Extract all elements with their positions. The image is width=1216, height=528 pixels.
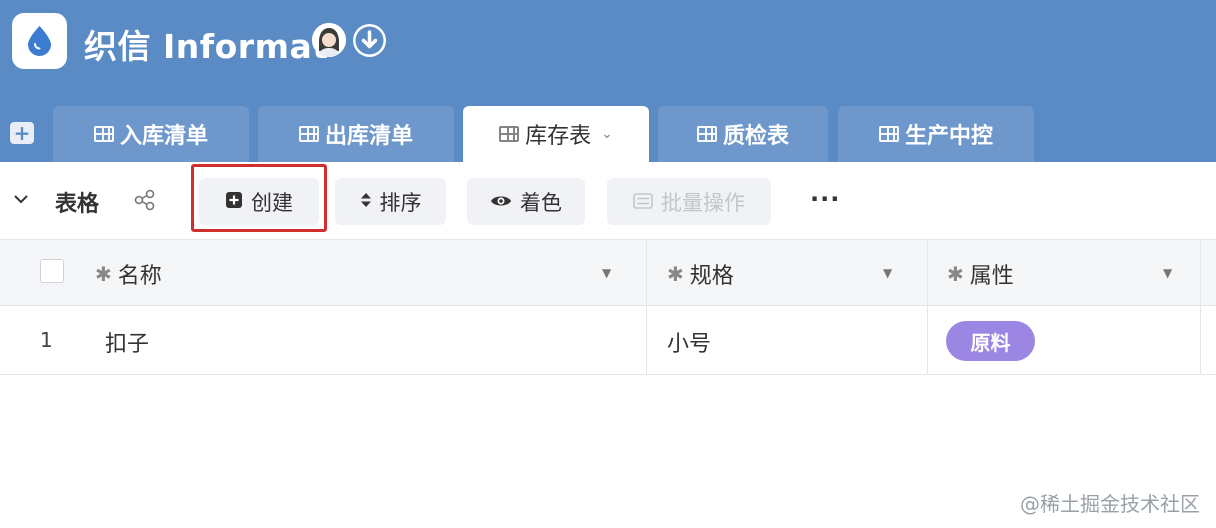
column-divider	[1200, 240, 1201, 375]
more-icon[interactable]: ···	[810, 185, 840, 213]
batch-operation-button[interactable]: 批量操作	[607, 178, 771, 225]
column-label: 名称	[117, 264, 162, 289]
tab-inventory[interactable]: 库存表 ⌄	[463, 106, 649, 162]
asterisk-icon: ✱	[95, 262, 112, 286]
sort-icon	[360, 190, 372, 214]
sort-button[interactable]: 排序	[335, 178, 446, 225]
batch-label: 批量操作	[661, 190, 745, 215]
watermark: @稀土掘金技术社区	[1020, 492, 1200, 516]
attribute-tag[interactable]: 原料	[946, 321, 1035, 361]
table-grid-icon	[93, 126, 114, 142]
tab-label: 生产中控	[904, 124, 993, 149]
tab-label: 库存表	[525, 124, 592, 149]
column-label: 属性	[969, 264, 1014, 289]
cell-name[interactable]: 扣子	[105, 326, 149, 358]
column-header-name[interactable]: ✱ 名称	[95, 258, 162, 290]
column-header-spec[interactable]: ✱ 规格	[667, 258, 734, 290]
cell-spec[interactable]: 小号	[667, 326, 711, 358]
chevron-down-icon[interactable]	[12, 190, 30, 213]
tab-label: 入库清单	[119, 124, 208, 149]
sort-label: 排序	[379, 190, 422, 215]
app-logo-icon[interactable]	[12, 13, 67, 69]
select-all-checkbox[interactable]	[40, 259, 64, 283]
row-index: 1	[40, 328, 53, 352]
tab-label: 质检表	[722, 124, 789, 149]
column-divider	[927, 240, 928, 375]
highlight-box	[191, 164, 327, 232]
table-grid-icon	[499, 126, 520, 142]
avatar-icon[interactable]	[312, 23, 346, 57]
tab-outbound-list[interactable]: 出库清单	[258, 106, 454, 162]
eye-icon	[490, 190, 512, 214]
app-title: 织信 Informat	[84, 27, 329, 66]
view-label[interactable]: 表格	[55, 186, 99, 218]
asterisk-icon: ✱	[667, 262, 684, 286]
table-grid-icon	[696, 126, 717, 142]
table-grid-icon	[878, 126, 899, 142]
chevron-down-icon[interactable]: ⌄	[601, 126, 613, 142]
column-label: 规格	[689, 264, 734, 289]
tab-quality-check[interactable]: 质检表	[658, 106, 828, 162]
tab-label: 出库清单	[324, 124, 413, 149]
column-divider	[646, 240, 647, 375]
add-icon[interactable]: +	[10, 122, 34, 144]
tab-inbound-list[interactable]: 入库清单	[53, 106, 249, 162]
list-icon	[633, 190, 653, 214]
share-icon[interactable]	[134, 189, 156, 211]
chevron-down-icon[interactable]: ▼	[1163, 266, 1172, 280]
tab-production-control[interactable]: 生产中控	[838, 106, 1034, 162]
asterisk-icon: ✱	[947, 262, 964, 286]
chevron-down-icon[interactable]: ▼	[883, 266, 892, 280]
download-icon[interactable]	[353, 24, 386, 57]
column-header-attr[interactable]: ✱ 属性	[947, 258, 1014, 290]
table-grid-icon	[298, 126, 319, 142]
color-label: 着色	[520, 190, 562, 215]
chevron-down-icon[interactable]: ▼	[602, 266, 611, 280]
color-button[interactable]: 着色	[467, 178, 585, 225]
